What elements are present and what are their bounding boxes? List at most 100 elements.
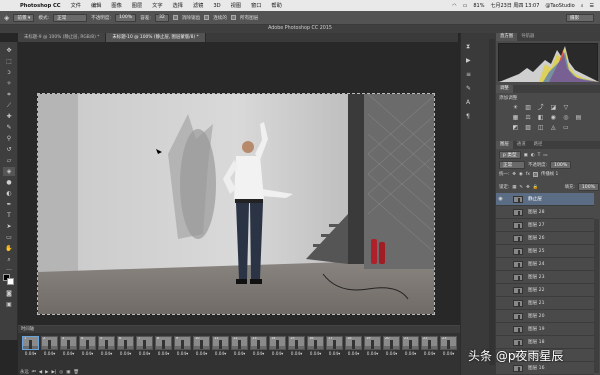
layer-row[interactable]: 图层 24 xyxy=(496,258,594,271)
color-lookup-icon[interactable]: ▤ xyxy=(574,114,583,122)
frame-duration[interactable]: 0.04▾ xyxy=(155,351,172,356)
user-name[interactable]: @TaoStudio xyxy=(545,3,574,9)
timeline-frame[interactable]: 14 0.04▾ xyxy=(269,336,286,363)
color-balance-icon[interactable]: ⚖ xyxy=(524,114,533,122)
timeline-frame[interactable]: 18 0.04▾ xyxy=(345,336,362,363)
black-white-icon[interactable]: ◧ xyxy=(536,114,545,122)
actions-panel-icon[interactable]: ▶ xyxy=(466,57,474,64)
layer-row[interactable]: 图层 19 xyxy=(496,323,594,336)
tab-paths[interactable]: 路径 xyxy=(530,141,547,149)
menu-select[interactable]: 选择 xyxy=(168,2,188,9)
frame-thumbnail[interactable]: 4 xyxy=(79,336,96,350)
frame-duration[interactable]: 0.04▾ xyxy=(98,351,115,356)
timeline-frame[interactable]: 17 0.04▾ xyxy=(326,336,343,363)
frame-duration[interactable]: 0.04▾ xyxy=(383,351,400,356)
unify-style-icon[interactable]: fx xyxy=(526,172,530,177)
frame-duration[interactable]: 0.04▾ xyxy=(60,351,77,356)
tab-channels[interactable]: 通道 xyxy=(513,141,530,149)
brush-tool-icon[interactable]: ✎ xyxy=(3,123,15,132)
tab-layers[interactable]: 图层 xyxy=(496,141,513,149)
layer-row[interactable]: 图层 26 xyxy=(496,232,594,245)
layer-row[interactable]: 图层 20 xyxy=(496,310,594,323)
timeline-frame[interactable]: 16 0.04▾ xyxy=(307,336,324,363)
brightness-icon[interactable]: ☀ xyxy=(511,104,520,112)
frame-duration[interactable]: 0.04▾ xyxy=(402,351,419,356)
invert-icon[interactable]: ◩ xyxy=(511,124,520,132)
frame-thumbnail[interactable]: 5 xyxy=(98,336,115,350)
timeline-frame[interactable]: 3 0.04▾ xyxy=(60,336,77,363)
battery-icon[interactable]: ▭ xyxy=(463,3,468,9)
zoom-tool-icon[interactable]: ⌕ xyxy=(3,255,15,264)
frame-thumbnail[interactable]: 21 xyxy=(402,336,419,350)
magic-wand-tool-icon[interactable]: ✧ xyxy=(3,79,15,88)
frame-duration[interactable]: 0.04▾ xyxy=(421,351,438,356)
posterize-icon[interactable]: ▨ xyxy=(524,124,533,132)
fill-input[interactable]: 100% xyxy=(577,183,599,191)
stamp-tool-icon[interactable]: ⚲ xyxy=(3,134,15,143)
menu-edit[interactable]: 编辑 xyxy=(86,2,106,9)
menu-filter[interactable]: 滤镜 xyxy=(188,2,208,9)
frame-duration[interactable]: 0.04▾ xyxy=(212,351,229,356)
crop-tool-icon[interactable]: ⌗ xyxy=(3,90,15,99)
frame-thumbnail[interactable]: 23 xyxy=(440,336,457,350)
all-layers-checkbox[interactable] xyxy=(230,15,236,20)
timeline-frame[interactable]: 19 0.04▾ xyxy=(364,336,381,363)
tab-adjustments[interactable]: 调整 xyxy=(496,85,513,93)
frame-thumbnail[interactable]: 2 xyxy=(41,336,58,350)
hue-saturation-icon[interactable]: ▦ xyxy=(511,114,520,122)
healing-tool-icon[interactable]: ✚ xyxy=(3,112,15,121)
frame-duration[interactable]: 0.04▾ xyxy=(440,351,457,356)
timeline-frame[interactable]: 15 0.04▾ xyxy=(288,336,305,363)
type-tool-icon[interactable]: T xyxy=(3,211,15,220)
screen-mode-icon[interactable]: ▣ xyxy=(3,300,15,309)
frame-thumbnail[interactable]: 10 xyxy=(193,336,210,350)
menu-help[interactable]: 帮助 xyxy=(266,2,286,9)
timeline-frame[interactable]: 8 0.04▾ xyxy=(155,336,172,363)
exposure-icon[interactable]: ◪ xyxy=(549,104,558,112)
workspace-select[interactable]: 摄影 xyxy=(566,13,594,22)
frame-thumbnail[interactable]: 18 xyxy=(345,336,362,350)
frame-thumbnail[interactable]: 17 xyxy=(326,336,343,350)
timeline-frame[interactable]: 13 0.04▾ xyxy=(250,336,267,363)
layer-row[interactable]: 图层 21 xyxy=(496,297,594,310)
timeline-frame[interactable]: 2 0.04▾ xyxy=(41,336,58,363)
hand-tool-icon[interactable]: ✋ xyxy=(3,244,15,253)
pen-tool-icon[interactable]: ✒ xyxy=(3,200,15,209)
frame-thumbnail[interactable]: 20 xyxy=(383,336,400,350)
timeline-frame[interactable]: 23 0.04▾ xyxy=(440,336,457,363)
duplicate-frame-icon[interactable]: ▣ xyxy=(66,370,70,375)
selective-color-icon[interactable]: ◬ xyxy=(549,124,558,132)
brush-panel-icon[interactable]: ✎ xyxy=(466,85,474,92)
menu-type[interactable]: 文字 xyxy=(147,2,167,9)
frame-thumbnail[interactable]: 9 xyxy=(174,336,191,350)
timeline-frame[interactable]: 21 0.04▾ xyxy=(402,336,419,363)
unify-visibility-icon[interactable]: ◉ xyxy=(519,172,523,177)
unify-position-icon[interactable]: ✥ xyxy=(512,172,516,177)
filter-pixel-icon[interactable]: ▣ xyxy=(524,153,528,158)
layer-row[interactable]: ◉ 静止层 xyxy=(496,193,594,206)
levels-icon[interactable]: ▥ xyxy=(524,104,533,112)
frame-duration[interactable]: 0.04▾ xyxy=(269,351,286,356)
layer-row[interactable]: 图层 23 xyxy=(496,271,594,284)
photo-filter-icon[interactable]: ◉ xyxy=(549,114,558,122)
prev-frame-icon[interactable]: ◀ xyxy=(39,370,42,375)
tab-doc-9[interactable]: 未标题-9 @ 100% (静止层, RGB/8) * xyxy=(18,33,107,42)
tab-histogram[interactable]: 直方图 xyxy=(496,33,518,41)
frame-thumbnail[interactable]: 11 xyxy=(212,336,229,350)
frame-thumbnail[interactable]: 22 xyxy=(421,336,438,350)
frame-duration[interactable]: 0.04▾ xyxy=(345,351,362,356)
shape-tool-icon[interactable]: ▭ xyxy=(3,233,15,242)
eraser-tool-icon[interactable]: ▱ xyxy=(3,156,15,165)
frame-thumbnail[interactable]: 6 xyxy=(117,336,134,350)
gradient-map-icon[interactable]: ▭ xyxy=(561,124,570,132)
timeline-frame[interactable]: 12 0.04▾ xyxy=(231,336,248,363)
frame-thumbnail[interactable]: 12 xyxy=(231,336,248,350)
timeline-frame[interactable]: 11 0.04▾ xyxy=(212,336,229,363)
frame-thumbnail[interactable]: 8 xyxy=(155,336,172,350)
frame-thumbnail[interactable]: 1 xyxy=(22,336,39,350)
paint-bucket-tool-icon[interactable]: ◈ xyxy=(3,167,15,176)
threshold-icon[interactable]: ◫ xyxy=(536,124,545,132)
frame-duration[interactable]: 0.04▾ xyxy=(79,351,96,356)
channel-mixer-icon[interactable]: ◎ xyxy=(561,114,570,122)
clock[interactable]: 七月23日 周四 13:07 xyxy=(490,2,539,9)
